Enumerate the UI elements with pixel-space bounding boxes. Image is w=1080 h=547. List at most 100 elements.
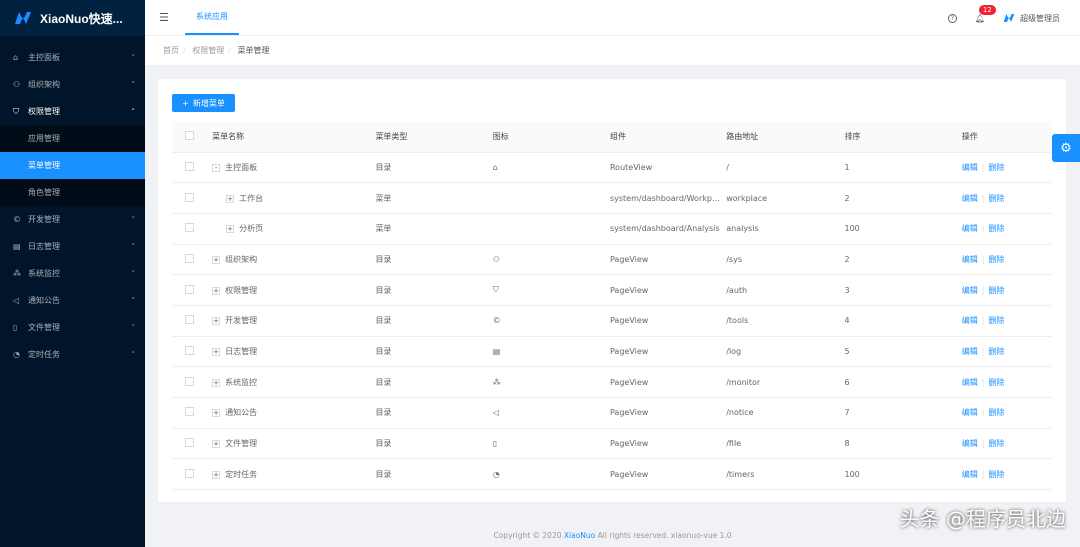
component: PageView — [609, 428, 727, 460]
footer-prefix: Copyright © 2020 — [493, 531, 564, 540]
sort: 100 — [844, 458, 962, 491]
menu-icon: ⌂ — [492, 152, 610, 184]
expand-toggle[interactable]: + — [212, 378, 221, 387]
sidebar-item[interactable]: ▤ 日志管理 ˅ — [0, 233, 145, 260]
row-checkbox[interactable] — [185, 315, 194, 325]
edit-link[interactable]: 编辑 — [962, 408, 978, 417]
settings-gear-button[interactable]: ⚙ — [1052, 134, 1080, 162]
route: /log — [726, 336, 845, 368]
select-all[interactable] — [172, 122, 213, 153]
menu-name: 分析页 — [239, 224, 264, 234]
app-title: XiaoNuo快速... — [40, 11, 123, 26]
edit-link[interactable]: 编辑 — [962, 255, 978, 264]
row-checkbox[interactable] — [185, 253, 194, 263]
table-row: + 组织架构 目录 ⚇ PageView /sys 2 编辑 | 删除 — [172, 244, 1052, 276]
file-icon: ▯ — [13, 323, 18, 332]
menu-table: 菜单名称 菜单类型 图标 组件 路由地址 排序 操作 - 主控面板 目录 ⌂ RouteVie… — [172, 122, 1052, 491]
menu-icon: ◁ — [492, 397, 610, 429]
menu-type: 目录 — [375, 428, 493, 460]
breadcrumb-home[interactable]: 首页 — [163, 46, 179, 55]
expand-toggle[interactable]: + — [212, 409, 221, 418]
breadcrumb: 首页 / 权限管理 / 菜单管理 — [145, 36, 1080, 65]
sidebar-item[interactable]: ▯ 文件管理 ˅ — [0, 314, 145, 341]
sidebar-item-label: 定时任务 — [28, 350, 60, 359]
cluster-icon: ⁂ — [13, 269, 21, 278]
row-checkbox[interactable] — [185, 161, 194, 171]
expand-toggle[interactable]: + — [212, 470, 221, 479]
footer-brand-link[interactable]: XiaoNuo — [564, 531, 595, 540]
expand-toggle[interactable]: + — [226, 194, 235, 203]
delete-link[interactable]: 删除 — [988, 255, 1004, 264]
expand-toggle[interactable]: + — [212, 317, 221, 326]
expand-toggle[interactable]: + — [226, 225, 235, 234]
row-checkbox[interactable] — [185, 284, 194, 294]
add-menu-button[interactable]: + 新增菜单 — [172, 94, 235, 112]
user-menu[interactable]: 超级管理员 — [1003, 13, 1060, 24]
submenu: 应用管理 菜单管理 角色管理 — [0, 125, 145, 206]
chevron-icon: ˅ — [131, 242, 136, 251]
edit-link[interactable]: 编辑 — [962, 439, 978, 448]
sidebar: XiaoNuo快速... ⌂ 主控面板 ˅ ⚇ 组织架构 ˅ ⛉ 权限管理 ˄ 应用管理 菜单管理角… — [0, 0, 145, 547]
row-checkbox[interactable] — [185, 407, 194, 417]
table-row: + 权限管理 目录 ⛉ PageView /auth 3 编辑 | 删除 — [172, 274, 1052, 306]
edit-link[interactable]: 编辑 — [962, 316, 978, 325]
help-icon[interactable]: ? — [947, 13, 957, 23]
menu-name: 开发管理 — [225, 316, 258, 326]
delete-link[interactable]: 删除 — [988, 286, 1004, 295]
edit-link[interactable]: 编辑 — [962, 286, 978, 295]
expand-toggle[interactable]: + — [212, 286, 221, 295]
sidebar-item[interactable]: ⌂ 主控面板 ˅ — [0, 44, 145, 71]
delete-link[interactable]: 删除 — [988, 378, 1004, 387]
menu-fold-icon[interactable]: ☰ — [159, 11, 169, 24]
column-header: 菜单名称 — [212, 122, 376, 153]
sidebar-item[interactable]: ⁂ 系统监控 ˅ — [0, 260, 145, 287]
edit-link[interactable]: 编辑 — [962, 347, 978, 356]
edit-link[interactable]: 编辑 — [962, 224, 978, 233]
menu-icon: ▤ — [492, 336, 610, 368]
checkbox[interactable] — [185, 131, 194, 141]
sidebar-subitem[interactable]: 角色管理 — [0, 179, 145, 206]
delete-link[interactable]: 删除 — [988, 316, 1004, 325]
row-checkbox[interactable] — [185, 468, 194, 478]
sort: 6 — [844, 366, 962, 398]
breadcrumb-auth[interactable]: 权限管理 — [192, 46, 224, 55]
route: /auth — [726, 274, 845, 306]
sidebar-item[interactable]: ⛉ 权限管理 ˄ — [0, 98, 145, 125]
component: PageView — [609, 336, 727, 368]
sidebar-item[interactable]: ◁ 通知公告 ˅ — [0, 287, 145, 314]
tab-system-app[interactable]: 系统应用 — [185, 0, 239, 35]
sidebar-item[interactable]: ◔ 定时任务 ˅ — [0, 341, 145, 368]
row-checkbox[interactable] — [185, 438, 194, 448]
expand-toggle[interactable]: + — [212, 440, 221, 449]
sidebar-item[interactable]: ⚇ 组织架构 ˅ — [0, 71, 145, 98]
sidebar-item[interactable]: © 开发管理 ˅ — [0, 206, 145, 233]
logo[interactable]: XiaoNuo快速... — [0, 0, 145, 36]
expand-toggle[interactable]: - — [212, 163, 221, 172]
breadcrumb-current: 菜单管理 — [237, 46, 270, 55]
chevron-icon: ˅ — [131, 350, 136, 359]
expand-toggle[interactable]: + — [212, 255, 221, 264]
delete-link[interactable]: 删除 — [988, 163, 1004, 172]
bell-icon[interactable]: 🔔︎ 12 — [975, 4, 996, 23]
row-checkbox[interactable] — [185, 192, 194, 202]
edit-link[interactable]: 编辑 — [962, 470, 978, 479]
delete-link[interactable]: 删除 — [988, 408, 1004, 417]
delete-link[interactable]: 删除 — [988, 470, 1004, 479]
sidebar-subitem[interactable]: 菜单管理 — [0, 152, 145, 179]
menu-type: 目录 — [375, 366, 493, 398]
delete-link[interactable]: 删除 — [988, 439, 1004, 448]
sidebar-subitem[interactable]: 应用管理 — [0, 125, 145, 152]
edit-link[interactable]: 编辑 — [962, 378, 978, 387]
row-checkbox[interactable] — [185, 376, 194, 386]
expand-toggle[interactable]: + — [212, 347, 221, 356]
edit-link[interactable]: 编辑 — [962, 194, 978, 203]
delete-link[interactable]: 删除 — [988, 194, 1004, 203]
delete-link[interactable]: 删除 — [988, 347, 1004, 356]
table-row: + 文件管理 目录 ▯ PageView /file 8 编辑 | 删除 — [172, 428, 1052, 460]
edit-link[interactable]: 编辑 — [962, 163, 978, 172]
row-checkbox[interactable] — [185, 223, 194, 233]
delete-link[interactable]: 删除 — [988, 224, 1004, 233]
table-row: + 开发管理 目录 © PageView /tools 4 编辑 | 删除 — [172, 305, 1052, 337]
menu-icon: ▯ — [492, 428, 610, 460]
row-checkbox[interactable] — [185, 345, 194, 355]
